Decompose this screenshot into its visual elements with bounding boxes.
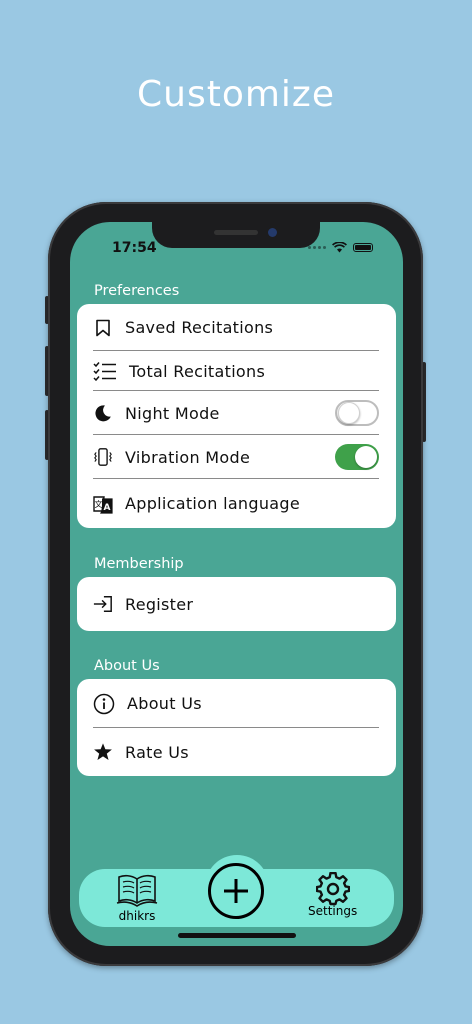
section-label-membership: Membership xyxy=(94,556,184,572)
star-icon xyxy=(93,742,113,762)
headline: Customize xyxy=(137,74,335,115)
row-total-recitations[interactable]: Total Recitations xyxy=(77,351,396,391)
svg-text:A: A xyxy=(104,503,111,513)
toggle-knob xyxy=(355,446,377,468)
row-register[interactable]: Register xyxy=(77,577,396,631)
app-screen: 17:54 Preferences Saved Recitations Tota… xyxy=(70,222,403,946)
row-label: Rate Us xyxy=(125,742,189,762)
row-application-language[interactable]: A 文 Application language xyxy=(77,479,396,528)
row-label: Application language xyxy=(125,494,300,513)
svg-text:文: 文 xyxy=(95,499,103,509)
tab-label: Settings xyxy=(308,904,358,918)
add-button[interactable] xyxy=(208,863,264,919)
signal-icon xyxy=(308,246,326,249)
tab-label: dhikrs xyxy=(118,909,156,923)
status-icons xyxy=(308,242,373,253)
row-saved-recitations[interactable]: Saved Recitations xyxy=(77,304,396,351)
camera xyxy=(268,228,277,237)
home-indicator xyxy=(178,933,296,938)
notch xyxy=(152,222,320,248)
translate-icon: A 文 xyxy=(93,494,113,514)
row-about-us[interactable]: About Us xyxy=(77,679,396,728)
row-night-mode[interactable]: Night Mode xyxy=(77,391,396,435)
section-label-preferences: Preferences xyxy=(94,283,180,299)
row-label: Register xyxy=(125,594,194,614)
row-label: Night Mode xyxy=(125,403,220,423)
toggle-knob xyxy=(338,402,360,424)
night-mode-toggle[interactable] xyxy=(335,400,379,426)
checklist-icon xyxy=(93,361,117,381)
bookmark-icon xyxy=(93,318,113,338)
book-icon xyxy=(116,874,158,907)
row-label: Total Recitations xyxy=(129,361,266,381)
row-label: Saved Recitations xyxy=(125,318,274,337)
gear-icon xyxy=(315,872,350,906)
vibration-mode-toggle[interactable] xyxy=(335,444,379,470)
preferences-card: Saved Recitations Total Recitations Nigh… xyxy=(77,304,396,528)
battery-icon xyxy=(353,243,373,252)
wifi-icon xyxy=(332,242,347,253)
status-time: 17:54 xyxy=(112,240,157,256)
vibration-icon xyxy=(93,447,113,467)
about-card: About Us Rate Us xyxy=(77,679,396,776)
tab-settings[interactable]: Settings xyxy=(308,872,357,918)
membership-card: Register xyxy=(77,577,396,631)
row-label: Vibration Mode xyxy=(125,447,251,467)
moon-icon xyxy=(93,403,113,423)
section-label-about: About Us xyxy=(94,658,160,674)
info-icon xyxy=(93,693,115,715)
row-vibration-mode[interactable]: Vibration Mode xyxy=(77,435,396,479)
speaker xyxy=(214,230,258,235)
row-label: About Us xyxy=(127,694,202,713)
tab-dhikrs[interactable]: dhikrs xyxy=(116,872,158,923)
login-icon xyxy=(93,594,113,614)
row-rate-us[interactable]: Rate Us xyxy=(77,728,396,776)
add-icon xyxy=(224,879,248,903)
